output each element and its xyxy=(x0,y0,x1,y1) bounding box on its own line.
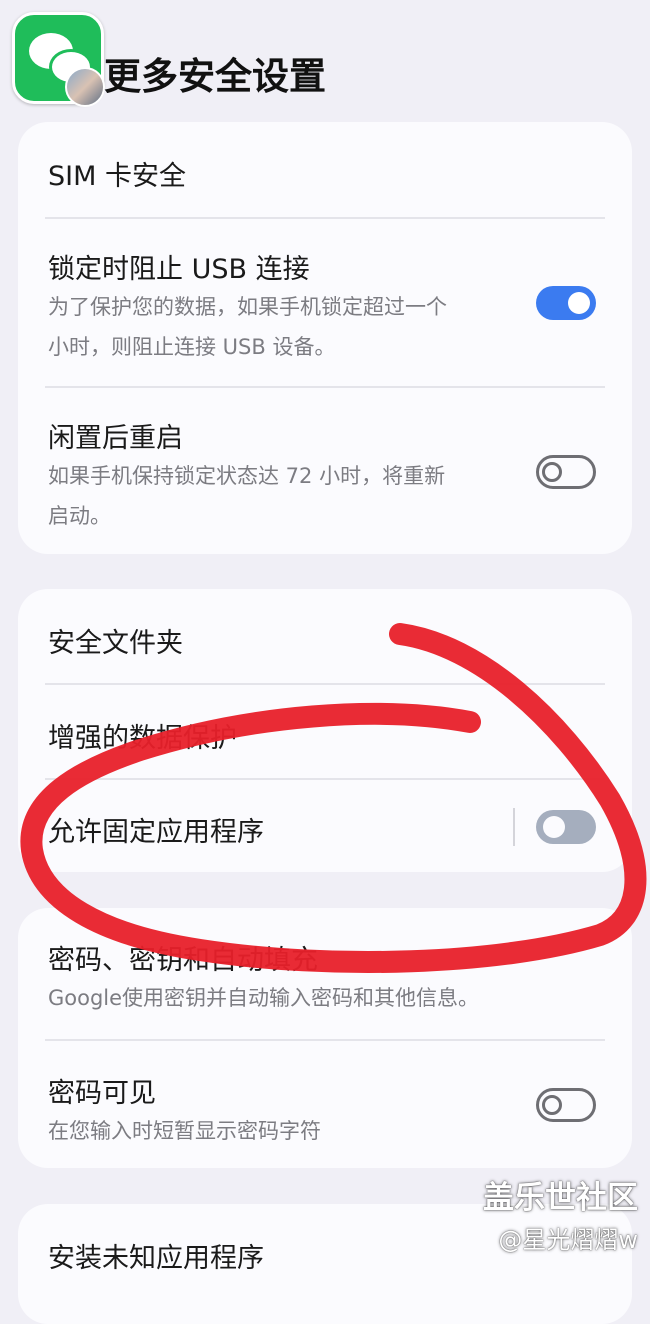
setting-description: Google使用密钥并自动输入密码和其他信息。 xyxy=(48,986,480,1010)
watermark-title: 盖乐世社区 xyxy=(483,1180,638,1216)
setting-title: SIM 卡安全 xyxy=(48,161,186,192)
avatar xyxy=(65,67,105,107)
toggle-knob xyxy=(542,462,562,482)
setting-row-sim-security[interactable]: SIM 卡安全 xyxy=(18,122,632,218)
watermark-handle: @星光熠熠w xyxy=(498,1226,638,1254)
setting-description: 小时，则阻止连接 USB 设备。 xyxy=(48,335,336,359)
toggle-knob xyxy=(568,292,590,314)
wechat-icon[interactable] xyxy=(12,12,105,107)
setting-title: 允许固定应用程序 xyxy=(48,817,264,848)
page-title: 更多安全设置 xyxy=(104,55,326,98)
setting-title: 安全文件夹 xyxy=(48,628,183,659)
setting-title: 密码、密钥和自动填充 xyxy=(48,945,318,976)
setting-description: 如果手机保持锁定状态达 72 小时，将重新 xyxy=(48,464,446,488)
setting-description: 在您输入时短暂显示密码字符 xyxy=(48,1119,321,1143)
setting-title: 增强的数据保护 xyxy=(48,723,237,754)
toggle-switch-disabled[interactable] xyxy=(536,810,596,844)
toggle-switch-off[interactable] xyxy=(536,1088,596,1122)
toggle-knob xyxy=(542,1095,562,1115)
settings-card-data: 安全文件夹 增强的数据保护 允许固定应用程序 xyxy=(18,589,632,872)
setting-row-enhanced-protection[interactable]: 增强的数据保护 xyxy=(18,685,632,779)
setting-row-secure-folder[interactable]: 安全文件夹 xyxy=(18,589,632,684)
separator-line xyxy=(513,808,515,846)
toggle-knob xyxy=(543,816,565,838)
setting-title: 锁定时阻止 USB 连接 xyxy=(48,254,310,285)
setting-row-auto-restart[interactable]: 闲置后重启 如果手机保持锁定状态达 72 小时，将重新 启动。 xyxy=(18,388,632,554)
setting-row-show-passwords[interactable]: 密码可见 在您输入时短暂显示密码字符 xyxy=(18,1041,632,1168)
setting-title: 密码可见 xyxy=(48,1078,156,1109)
toggle-switch-on[interactable] xyxy=(536,286,596,320)
settings-card-passwords: 密码、密钥和自动填充 Google使用密钥并自动输入密码和其他信息。 密码可见 … xyxy=(18,908,632,1168)
setting-description: 启动。 xyxy=(48,504,111,528)
setting-title: 闲置后重启 xyxy=(48,423,183,454)
setting-row-passkeys-autofill[interactable]: 密码、密钥和自动填充 Google使用密钥并自动输入密码和其他信息。 xyxy=(18,908,632,1039)
setting-description: 为了保护您的数据，如果手机锁定超过一个 xyxy=(48,295,447,319)
setting-row-pin-apps[interactable]: 允许固定应用程序 xyxy=(18,780,632,872)
toggle-switch-off[interactable] xyxy=(536,455,596,489)
settings-card-usb: SIM 卡安全 锁定时阻止 USB 连接 为了保护您的数据，如果手机锁定超过一个… xyxy=(18,122,632,554)
setting-title: 安装未知应用程序 xyxy=(48,1243,264,1274)
setting-row-block-usb[interactable]: 锁定时阻止 USB 连接 为了保护您的数据，如果手机锁定超过一个 小时，则阻止连… xyxy=(18,219,632,387)
header: 更多安全设置 xyxy=(0,0,650,110)
